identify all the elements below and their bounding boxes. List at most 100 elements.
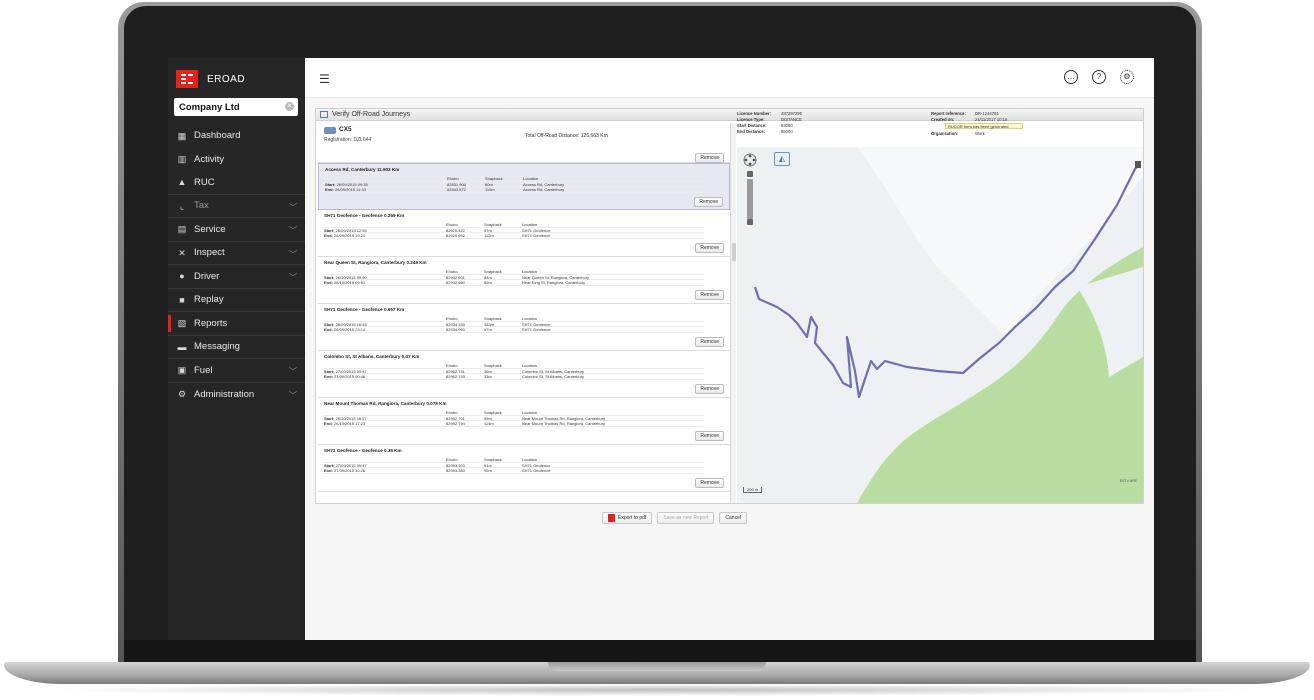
journey-start-time: Start: 27/09/2015 00:47 [324,368,367,374]
inspect-icon: ✕ [178,247,186,258]
company-selector[interactable]: Company Ltd × [174,98,298,116]
journey-snapback: 80m [485,181,493,187]
journey-list: CX5 Registration: DZL644 Total Off-Road … [318,123,730,503]
clear-icon[interactable]: × [285,102,294,111]
journey-snapback: 97m [484,327,492,332]
export-pdf-button[interactable]: Export to pdf [602,512,653,524]
location-header: Location [522,222,538,227]
journey-start-time: Start: 26/09/2015 12:55 [324,227,367,233]
sidebar-item-label: Replay [194,294,224,306]
sidebar-item-inspect[interactable]: ✕ Inspect ﹀ [168,242,305,265]
journey-location: SH71 Geofence [522,227,551,233]
help-icon[interactable]: ? [1092,70,1106,84]
organisation: Work [975,131,985,136]
vehicle-registration: Registration: DZL644 [324,137,372,143]
journey-list-scrollbar[interactable] [730,123,736,503]
total-distance: Total Off-Road Distance: 126.663 Km [525,133,608,139]
menu-toggle-icon[interactable]: ☰ [319,72,330,86]
journey-table: Ehubo Snapback Location Start: 26/10/2015 0… [324,269,704,286]
snapback-header: Snapback [484,269,502,274]
sidebar-item-replay[interactable]: ■ Replay [168,289,305,312]
sidebar-item-label: Inspect [194,247,225,259]
driver-icon: ● [179,271,185,282]
info-label: Created on: [931,117,955,122]
hubo-header: Ehubo [447,176,459,181]
cancel-button[interactable]: Cancel [719,512,747,524]
sidebar-item-messaging[interactable]: ▬ Messaging [168,336,305,359]
remove-button[interactable]: Remove [695,478,724,488]
location-header: Location [522,269,538,274]
save-report-button[interactable]: Save as new Report [657,512,715,524]
journey-end-time: End: 26/09/2015 11:33 [325,187,366,192]
remove-button[interactable]: Remove [695,384,724,394]
journey-table: Ehubo Snapback Location Start: 26/09/2015 1… [324,222,704,239]
chevron-down-icon: ﹀ [289,390,297,400]
journey-item[interactable]: Near Queen St, Rangiora, Canterbury 0.24… [318,257,730,304]
location-header: Location [522,457,538,462]
remove-button[interactable]: Remove [695,431,724,441]
chevron-down-icon: ﹀ [289,367,297,376]
journey-item[interactable]: SH71 Geofence - Geofence 0.259 Km Ehubo Sn… [318,210,730,257]
journey-hubo: 82843.572 [447,187,466,192]
location-header: Location [522,316,538,321]
map-canvas [737,147,1143,503]
remove-button[interactable]: Remove [695,243,724,253]
remove-button[interactable]: Remove [695,153,724,163]
report-actions: Export to pdf Save as new Report Cancel [602,512,747,524]
sidebar-item-administration[interactable]: ⚙ Administration ﹀ [168,383,305,407]
hubo-header: Ehubo [446,316,458,321]
pdf-icon [608,514,615,522]
sidebar-item-service[interactable]: ▤ Service ﹀ [168,218,305,242]
map-zoom-controls[interactable] [743,153,757,233]
journey-hubo: 82831.904 [447,181,466,187]
snapback-header: Snapback [484,410,502,415]
journey-start-time: Start: 27/09/2015 09:47 [324,462,367,468]
map-layers-icon[interactable]: ◭ [774,152,790,166]
journey-hubo: 82920.692 [446,233,465,238]
sidebar-item-dashboard[interactable]: ▦ Dashboard [168,124,305,148]
messages-icon[interactable]: … [1064,70,1078,84]
verify-journeys-panel: Verify Off-Road Journeys CX5 Registratio… [315,108,1144,504]
remove-button[interactable]: Remove [694,197,723,207]
snapback-header: Snapback [484,222,502,227]
remove-button[interactable]: Remove [695,337,724,347]
journey-snapback: 84m [484,274,492,280]
messaging-icon: ▬ [177,341,187,352]
journey-snapback: 183m [484,321,495,327]
info-label: End Distance: [737,129,765,134]
info-label: Organisation: [931,131,959,136]
scroll-thumb[interactable] [732,243,736,261]
journey-item[interactable]: Access Rd, Canterbury 11.602 Km Ehubo Snap… [318,163,730,210]
hubo-header: Ehubo [446,222,458,227]
sidebar-item-reports[interactable]: ▧ Reports [168,312,305,336]
sidebar-item-driver[interactable]: ● Driver ﹀ [168,265,305,289]
journey-table: Ehubo Snapback Location Start: 27/09/2015 0… [324,363,704,380]
sidebar-item-activity[interactable]: ▥ Activity [168,148,305,172]
sidebar-item-fuel[interactable]: ▣ Fuel ﹀ [168,359,305,383]
route-map[interactable]: ◭ 200 m ESTV NPE [737,147,1143,503]
journey-end-time: End: 26/10/2015 09:51 [324,280,366,285]
journey-item[interactable]: Near Mount Thomas Rd, Rangiora, Canterbu… [318,398,730,445]
hubo-header: Ehubo [446,269,458,274]
location-header: Location [522,410,538,415]
hubo-header: Ehubo [446,410,458,415]
journey-end-row: End: 27/09/2015 00:48 82962.793 33m Colombo… [324,374,704,380]
journey-title: Colombo St, St Albans, Canterbury 0.07 K… [324,354,420,359]
journey-location: SH71 Geofence [522,468,551,473]
journey-item[interactable]: SH71 Geofence - Geofence 0.35 Km Ehubo Sna… [318,445,730,492]
sidebar-item-ruc[interactable]: ▲ RUC [168,171,305,195]
start-distance: 83050 [781,123,793,128]
save-label: Save as new Report [663,514,709,521]
sidebar-item-tax[interactable]: ⌞ Tax ﹀ [168,195,305,218]
info-label: Report reference: [931,111,966,116]
remove-button[interactable]: Remove [695,290,724,300]
journey-hubo: 82993.103 [446,462,465,468]
reports-icon: ▧ [177,318,187,329]
journey-item[interactable]: SH71 Geofence - Geofence 0.657 Km Ehubo Sn… [318,304,730,351]
journey-location: SH71 Geofence [522,327,551,332]
journey-snapback: 36m [484,368,492,374]
truck-icon [324,127,336,134]
journey-item[interactable]: Colombo St, St Albans, Canterbury 0.07 K… [318,351,730,398]
location-header: Location [522,363,538,368]
settings-gear-icon[interactable]: ⚙ [1120,70,1134,84]
